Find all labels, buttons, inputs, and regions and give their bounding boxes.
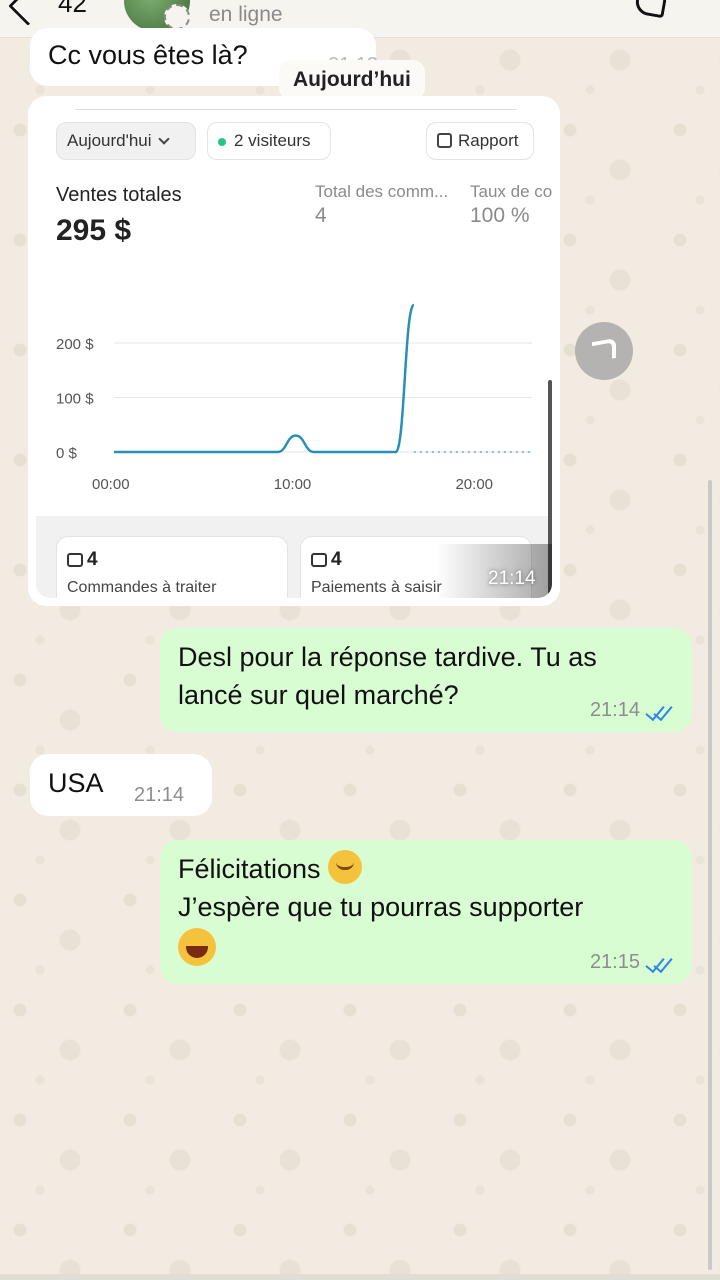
- total-sales-label: Ventes totales: [56, 184, 182, 206]
- report-button: Rapport: [426, 122, 534, 160]
- message-line-text: Félicitations: [178, 854, 321, 884]
- y-tick-label: 0 $: [56, 445, 78, 462]
- payments-count: 4: [331, 549, 342, 570]
- back-icon[interactable]: [8, 0, 48, 26]
- x-tick-label: 20:00: [455, 476, 493, 493]
- period-label: Aujourd'hui: [67, 131, 152, 150]
- report-icon: [437, 133, 452, 148]
- message-time: 21:14: [134, 784, 185, 806]
- contact-status: en ligne: [209, 3, 283, 26]
- report-label: Rapport: [458, 131, 519, 150]
- chat-scrollbar[interactable]: [708, 480, 712, 1270]
- total-sales-value: 295 $: [56, 214, 132, 247]
- message-meta: 21:15: [590, 951, 674, 974]
- orders-total-value: 4: [315, 204, 327, 227]
- online-dot-icon: [218, 137, 226, 146]
- bottom-edge: [0, 1274, 720, 1280]
- incoming-message[interactable]: USA 21:14: [30, 754, 212, 816]
- laughing-emoji-icon: [178, 928, 216, 966]
- party-face-emoji-icon: [328, 850, 363, 884]
- divider: [76, 104, 516, 110]
- payments-label: Paiements à saisir: [311, 579, 442, 596]
- inbox-icon: [67, 553, 83, 567]
- x-tick-label: 00:00: [92, 476, 130, 493]
- orders-label: Commandes à traiter: [67, 579, 217, 596]
- phone-icon[interactable]: [633, 0, 669, 19]
- period-selector: Aujourd'hui: [56, 122, 196, 160]
- incoming-image-message[interactable]: Aujourd'hui 2 visiteurs Rapport Ventes t…: [28, 96, 560, 606]
- outgoing-message[interactable]: Félicitations J’espère que tu pourras su…: [160, 840, 692, 984]
- unread-count[interactable]: 42: [58, 0, 87, 19]
- message-text: USA: [48, 768, 104, 798]
- read-receipt-icon: [644, 956, 674, 972]
- x-tick-label: 10:00: [274, 476, 312, 493]
- forward-button[interactable]: [575, 322, 633, 380]
- date-separator: Aujourd’hui: [279, 60, 425, 100]
- message-line: Félicitations: [178, 850, 678, 888]
- message-text: Cc vous êtes là?: [48, 40, 248, 70]
- message-time: 21:14: [589, 699, 640, 721]
- message-time: 21:15: [589, 951, 640, 973]
- read-receipt-icon: [644, 704, 674, 720]
- orders-card: 4 Commandes à traiter: [56, 536, 288, 598]
- conversion-rate-value: 100 %: [470, 204, 530, 227]
- orders-count: 4: [87, 549, 98, 570]
- message-line: Desl pour la réponse tardive. Tu as: [178, 642, 597, 672]
- visitors-badge: 2 visiteurs: [207, 122, 331, 160]
- sales-chart: 0 $ 100 $ 200 $ 00:00 10:00 20:00: [56, 303, 532, 493]
- orders-total-label: Total des comm...: [315, 182, 449, 201]
- message-time: 21:14: [488, 568, 536, 589]
- visitors-label: 2 visiteurs: [234, 131, 311, 150]
- chevron-down-icon: [157, 133, 170, 145]
- outgoing-message[interactable]: Desl pour la réponse tardive. Tu as lanc…: [160, 628, 692, 732]
- sales-series-line: [114, 303, 416, 454]
- dashboard-screenshot[interactable]: Aujourd'hui 2 visiteurs Rapport Ventes t…: [36, 104, 552, 598]
- forward-icon: [592, 337, 616, 363]
- y-tick-label: 200 $: [56, 336, 94, 353]
- message-meta: 21:14: [590, 699, 674, 722]
- conversion-rate-label: Taux de co: [470, 182, 552, 201]
- payment-icon: [311, 553, 327, 567]
- y-tick-label: 100 $: [56, 391, 94, 408]
- status-ring-icon: [164, 4, 190, 30]
- message-line: J’espère que tu pourras supporter: [178, 892, 584, 922]
